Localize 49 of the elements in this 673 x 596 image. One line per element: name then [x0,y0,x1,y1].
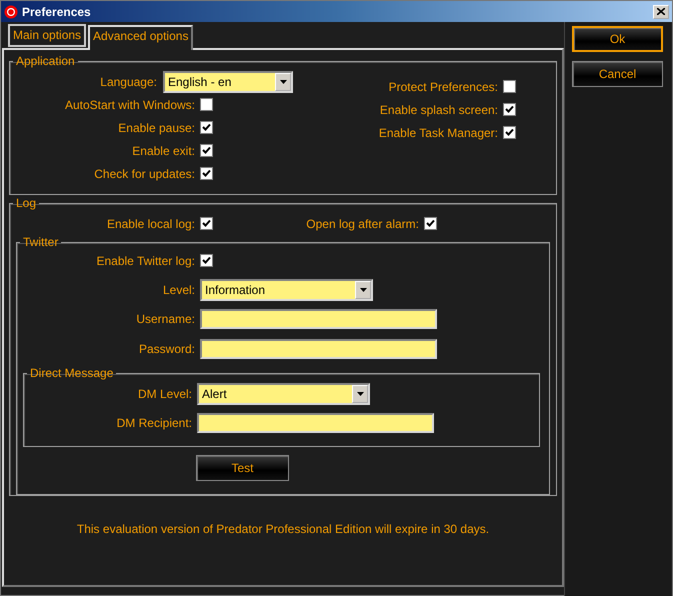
dialog-button[interactable]: Test [196,455,289,481]
field-label: DM Recipient: [116,416,192,430]
checkbox-label: Open log after alarm: [305,216,419,230]
dialog-button[interactable]: Cancel [572,61,663,87]
checkbox[interactable] [503,126,516,139]
caret-icon [275,72,291,90]
close-icon [657,8,665,15]
checkbox[interactable] [503,80,516,93]
checkbox[interactable] [424,217,437,230]
checkbox[interactable] [200,144,213,157]
dropdown[interactable]: English - en [163,70,293,92]
checkbox[interactable] [503,103,516,116]
input-field[interactable] [200,309,437,329]
checkbox-label: Enable local log: [106,216,195,230]
group-title: Application [15,54,76,68]
dropdown[interactable]: Information [200,279,373,301]
checkbox-label: AutoStart with Windows: [64,98,195,112]
tab[interactable]: Main options [8,24,86,47]
checkbox-label: Enable Twitter log: [95,254,195,268]
checkbox[interactable] [200,217,213,230]
field-label: Password: [138,342,195,356]
caret-icon [355,281,371,299]
field-label: Level: [162,283,195,297]
group-title: Direct Message [29,366,114,380]
checkbox-label: Enable splash screen: [378,102,498,116]
checkbox[interactable] [200,254,213,267]
checkbox[interactable] [200,98,213,111]
field-label: Language: [99,74,157,88]
field-label: Username: [135,312,195,326]
input-field[interactable] [197,413,434,433]
checkbox-label: Check for updates: [93,166,195,180]
app-icon [4,4,18,18]
checkbox[interactable] [200,167,213,180]
input-field[interactable] [200,339,437,359]
close-button[interactable] [653,4,669,18]
group-title: Log [15,196,38,210]
checkbox-label: Enable Task Manager: [378,126,498,140]
checkbox-label: Enable pause: [117,120,195,134]
checkbox-label: Enable exit: [131,144,195,158]
group-title: Twitter [22,235,60,249]
checkbox-label: Protect Preferences: [388,80,498,94]
dialog-button[interactable]: Ok [572,26,663,52]
dropdown[interactable]: Alert [197,383,370,405]
window-title: Preferences [22,4,92,18]
caret-icon [352,385,368,403]
field-label: DM Level: [136,387,192,401]
tab[interactable]: Advanced options [88,25,194,50]
checkbox[interactable] [200,121,213,134]
expiry-notice: This evaluation version of Predator Professional Edition will expire in 30 days. [76,522,490,536]
